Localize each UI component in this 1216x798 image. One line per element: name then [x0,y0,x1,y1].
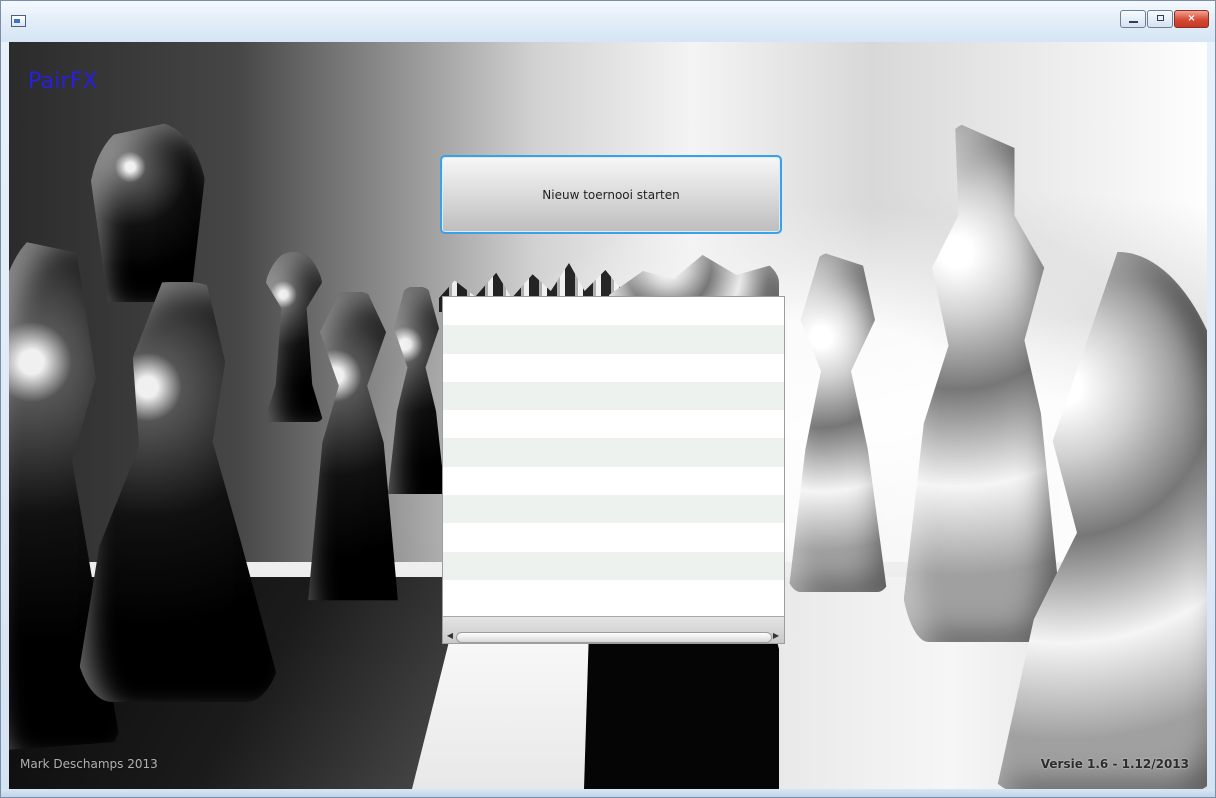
pairfx-window: × PairFX Nieuw toernooi starten ◀ ▶ Mark… [0,0,1216,798]
window-controls: × [1120,10,1209,28]
list-item[interactable] [443,523,784,552]
dark-king-piece-top [89,122,207,302]
horizontal-scroll-thumb[interactable] [456,632,772,643]
window-title-bar[interactable]: × [1,1,1215,42]
scroll-left-icon[interactable]: ◀ [445,631,455,641]
pairfx-main-content: PairFX Nieuw toernooi starten ◀ ▶ Mark D… [9,42,1207,789]
tournament-list[interactable]: ◀ ▶ [442,296,785,644]
author-footer: Mark Deschamps 2013 [20,757,158,771]
list-item[interactable] [443,438,784,467]
list-item[interactable] [443,325,784,354]
app-title: PairFX [28,69,98,94]
maximize-button[interactable] [1147,10,1173,28]
close-button[interactable]: × [1174,10,1209,28]
minimize-button[interactable] [1120,10,1146,28]
maximize-icon [1157,15,1164,21]
horizontal-scrollbar[interactable]: ◀ ▶ [443,616,784,643]
list-item[interactable] [443,466,784,496]
list-item[interactable] [443,353,784,382]
list-item[interactable] [443,410,784,439]
list-item[interactable] [443,495,784,524]
version-footer: Versie 1.6 - 1.12/2013 [1040,757,1189,771]
new-tournament-button[interactable]: Nieuw toernooi starten [440,155,782,234]
scroll-right-icon[interactable]: ▶ [771,631,781,641]
list-item[interactable] [443,579,784,609]
list-item[interactable] [443,297,784,326]
application-window-icon [11,15,26,27]
list-item[interactable] [443,551,784,580]
window-bottom-border [1,789,1215,797]
minimize-icon [1129,21,1138,23]
list-item[interactable] [443,381,784,411]
close-icon: × [1187,13,1196,24]
